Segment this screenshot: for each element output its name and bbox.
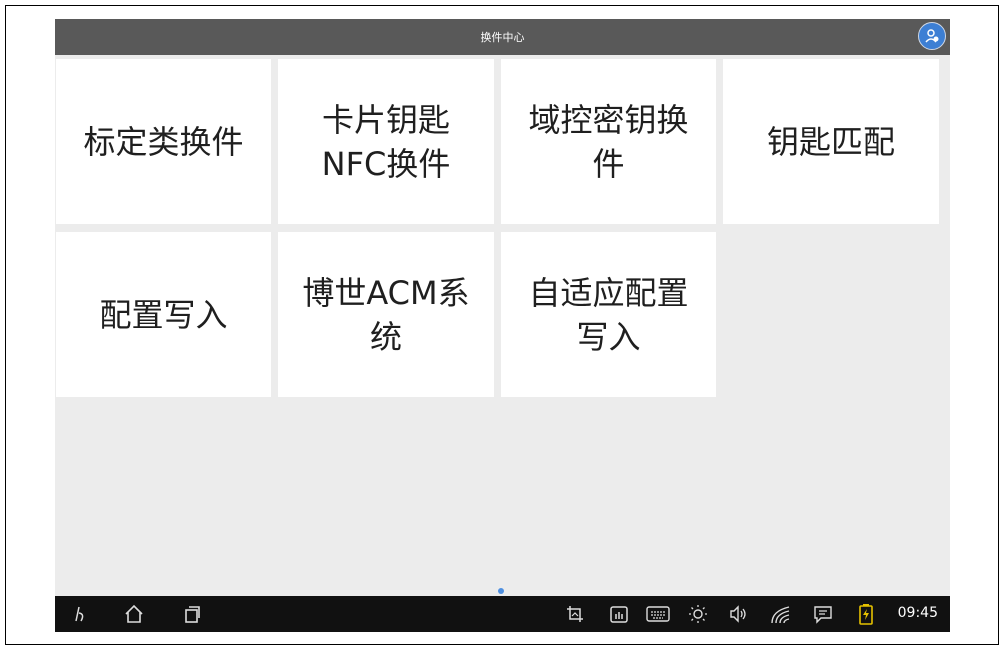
app-screen: 换件中心 标定类换件 卡片钥匙NFC换件 域控密钥换件 钥匙匹配 配置写入 博世… (55, 19, 950, 632)
tile-label: 博世ACM系统 (302, 273, 470, 356)
tile-adaptive-config-write[interactable]: 自适应配置写入 (501, 232, 716, 397)
tile-label: 标定类换件 (83, 122, 244, 161)
tile-label: 配置写入 (99, 295, 228, 334)
tile-label: 自适应配置写入 (528, 273, 689, 356)
title-bar: 换件中心 (55, 19, 950, 55)
volume-icon[interactable] (727, 603, 749, 625)
page-indicator-dot (498, 588, 504, 594)
page-title: 换件中心 (480, 31, 525, 44)
tile-bosch-acm-system[interactable]: 博世ACM系统 (278, 232, 494, 397)
screenshot-icon[interactable] (564, 603, 586, 625)
tile-label: 钥匙匹配 (766, 122, 895, 161)
tile-key-matching[interactable]: 钥匙匹配 (723, 59, 939, 224)
clock: 09:45 (897, 605, 938, 621)
keyboard-icon[interactable] (645, 603, 671, 625)
wifi-icon[interactable] (768, 603, 794, 625)
message-icon[interactable] (812, 603, 834, 625)
home-icon[interactable] (123, 603, 145, 625)
battery-icon (855, 603, 877, 625)
user-avatar-icon[interactable] (918, 22, 946, 50)
brightness-icon[interactable] (687, 603, 709, 625)
recent-apps-icon[interactable] (181, 603, 203, 625)
tile-domain-key-replacement[interactable]: 域控密钥换件 (501, 59, 716, 224)
tile-label: 卡片钥匙NFC换件 (321, 100, 451, 183)
tile-config-write[interactable]: 配置写入 (56, 232, 271, 397)
tile-card-key-nfc-replacement[interactable]: 卡片钥匙NFC换件 (278, 59, 494, 224)
back-gesture-icon[interactable] (69, 603, 91, 625)
screen-record-icon[interactable] (608, 603, 630, 625)
tile-calibration-part-replacement[interactable]: 标定类换件 (56, 59, 271, 224)
tile-label: 域控密钥换件 (528, 100, 689, 183)
system-nav-bar: 09:45 (55, 596, 950, 632)
